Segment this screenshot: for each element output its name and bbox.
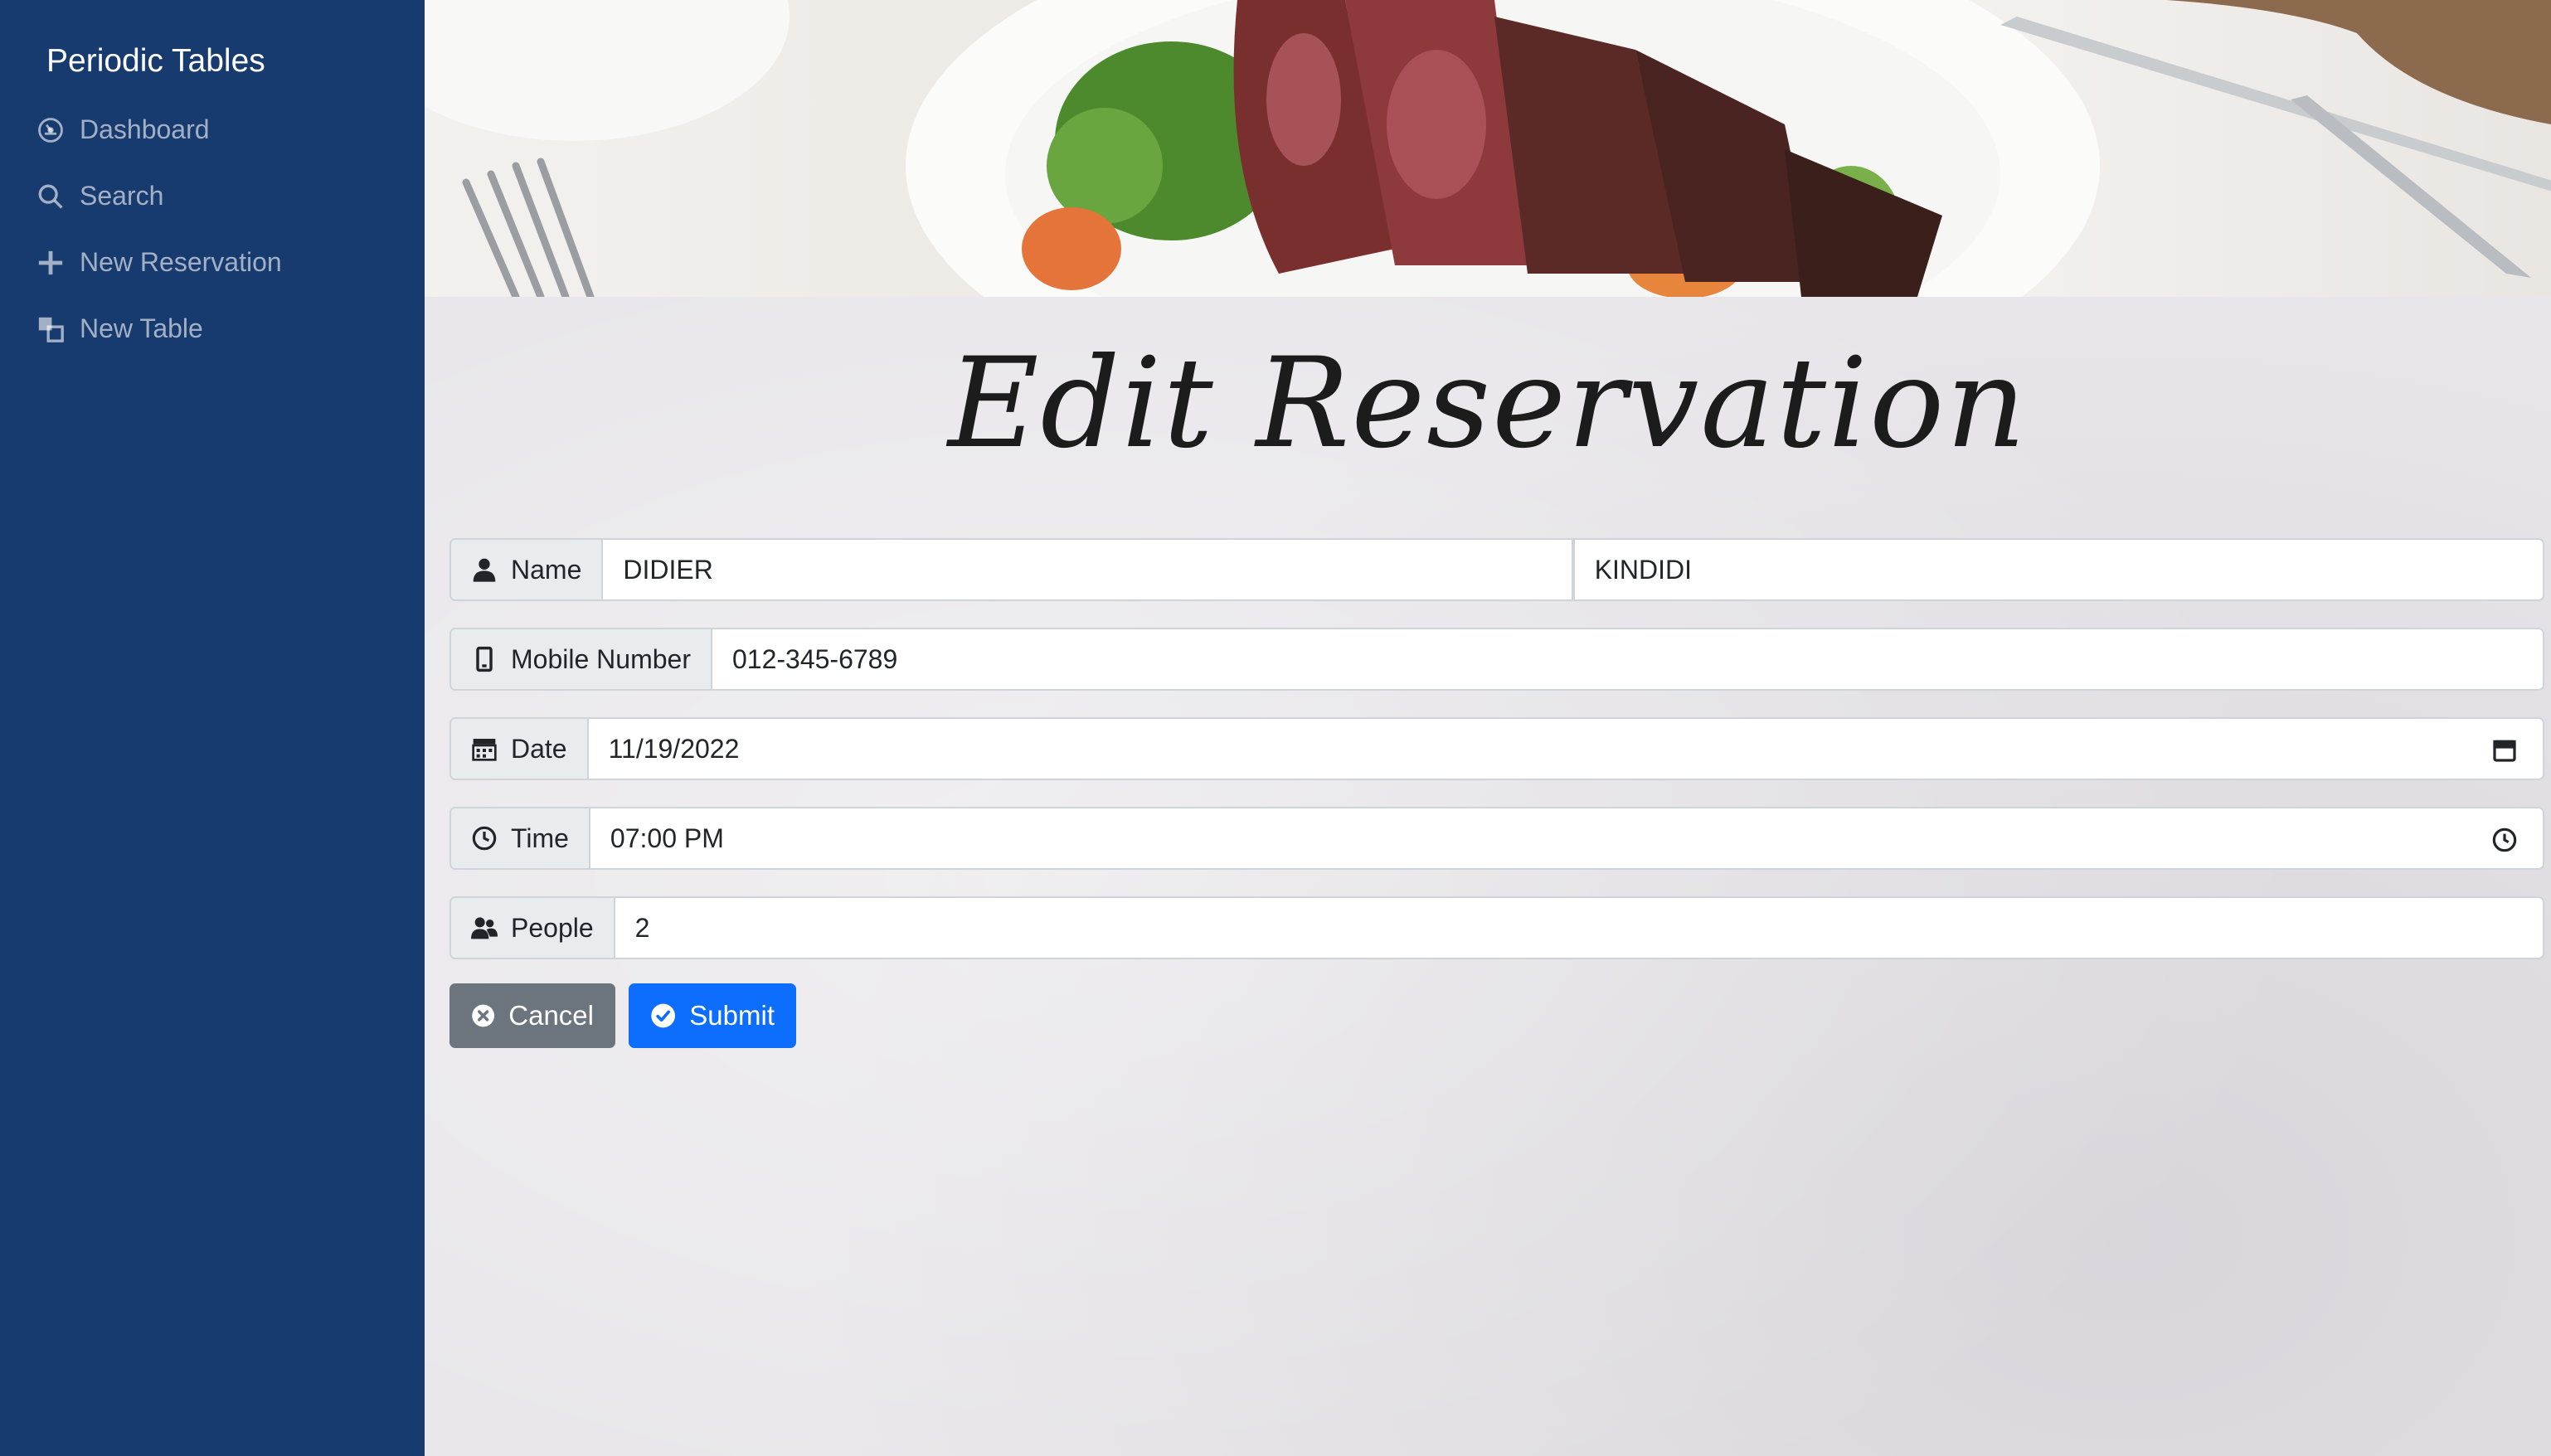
sidebar-item-search[interactable]: Search (36, 181, 163, 211)
sidebar-item-label: Search (80, 181, 164, 211)
time-row: Time 07:00 PM (449, 807, 2544, 870)
page-title: Edit Reservation (948, 332, 2028, 476)
name-row: Name DIDIER KINDIDI (449, 538, 2545, 601)
submit-button[interactable]: Submit (629, 983, 796, 1048)
mobile-phone-icon (471, 646, 498, 672)
table-icon (36, 315, 65, 343)
search-icon (36, 182, 65, 211)
last-name-input[interactable]: KINDIDI (1572, 538, 2545, 601)
time-picker-icon[interactable] (2491, 827, 2518, 853)
people-input[interactable]: 2 (613, 896, 2544, 959)
hero-food-image (425, 0, 2551, 297)
plus-icon (36, 249, 65, 277)
sidebar-item-dashboard[interactable]: Dashboard (36, 114, 210, 145)
time-input[interactable]: 07:00 PM (588, 807, 2544, 870)
dashboard-icon (36, 116, 65, 144)
date-value: 11/19/2022 (608, 733, 740, 764)
cancel-button[interactable]: Cancel (449, 983, 615, 1048)
time-value: 07:00 PM (610, 823, 724, 853)
people-row: People 2 (449, 896, 2544, 959)
time-label: Time (449, 807, 589, 870)
brand-title[interactable]: Periodic Tables (46, 43, 265, 80)
user-icon (471, 556, 498, 583)
sidebar-item-label: New Reservation (80, 247, 282, 277)
date-row: Date 11/19/2022 (449, 717, 2544, 780)
mobile-number-input[interactable]: 012-345-6789 (710, 628, 2544, 691)
mobile-label: Mobile Number (449, 628, 711, 691)
sidebar-item-label: Dashboard (80, 114, 210, 144)
sidebar: Periodic Tables Dashboard Search New Res… (0, 0, 425, 1456)
people-icon (471, 915, 498, 941)
clock-icon (471, 825, 498, 852)
x-circle-icon (472, 1004, 495, 1027)
main-content: Edit Reservation Name DIDIER KINDIDI Mob… (425, 0, 2551, 1456)
check-circle-icon (651, 1003, 675, 1028)
sidebar-item-new-table[interactable]: New Table (36, 313, 203, 344)
sidebar-item-new-reservation[interactable]: New Reservation (36, 247, 282, 278)
date-label: Date (449, 717, 587, 780)
mobile-row: Mobile Number 012-345-6789 (449, 628, 2544, 691)
calendar-icon (471, 735, 498, 762)
people-label: People (449, 896, 614, 959)
sidebar-item-label: New Table (80, 313, 203, 343)
calendar-picker-icon[interactable] (2491, 737, 2518, 764)
date-input[interactable]: 11/19/2022 (586, 717, 2544, 780)
name-label: Name (449, 538, 602, 601)
first-name-input[interactable]: DIDIER (601, 538, 1573, 601)
